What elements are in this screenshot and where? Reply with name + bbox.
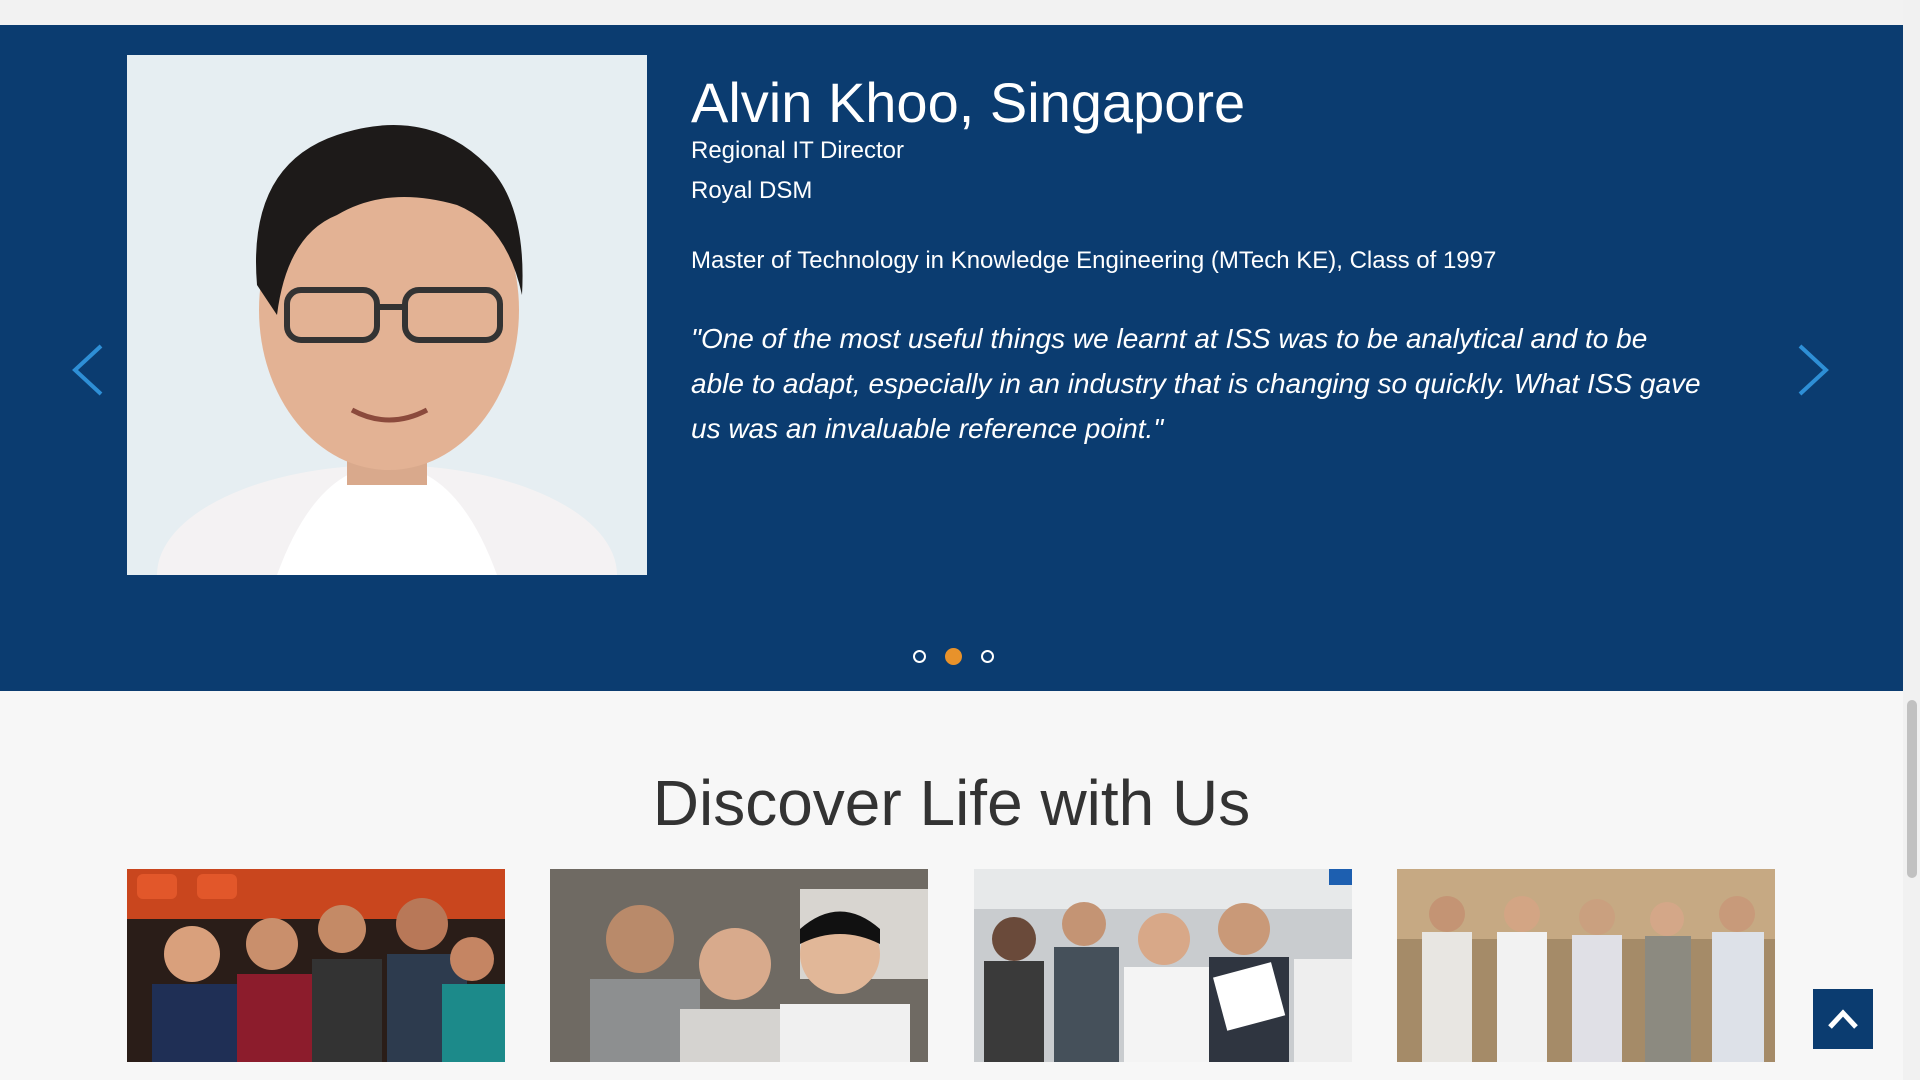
carousel-dot-2-active[interactable] <box>945 648 962 665</box>
carousel-indicators <box>907 640 1000 673</box>
page-scrollbar[interactable] <box>1903 0 1920 1080</box>
carousel-next-button[interactable] <box>1783 335 1843 405</box>
gallery-photo-4[interactable] <box>1397 869 1775 1062</box>
discover-gallery <box>127 869 1777 1062</box>
back-to-top-button[interactable] <box>1813 989 1873 1049</box>
staff-group-photo <box>1397 869 1775 1062</box>
chevron-up-icon <box>1828 1009 1858 1029</box>
top-strip <box>0 0 1903 25</box>
testimonial-portrait <box>127 55 647 575</box>
testimonial-carousel: Alvin Khoo, Singapore Regional IT Direct… <box>0 25 1903 691</box>
carousel-dot-1[interactable] <box>913 650 926 663</box>
students-group-photo <box>127 869 505 1062</box>
testimonial-role: Regional IT Director <box>691 137 904 164</box>
gallery-photo-3[interactable] <box>974 869 1352 1062</box>
testimonial-company: Royal DSM <box>691 177 813 204</box>
discover-section-title: Discover Life with Us <box>652 767 1251 839</box>
students-smiling-photo <box>550 869 928 1062</box>
gallery-photo-2[interactable] <box>550 869 928 1062</box>
chevron-right-icon <box>1798 344 1829 396</box>
chevron-left-icon <box>72 344 103 396</box>
testimonial-quote: "One of the most useful things we learnt… <box>691 323 1701 444</box>
testimonial-name: Alvin Khoo, Singapore <box>691 71 1246 134</box>
testimonial-program: Master of Technology in Knowledge Engine… <box>691 247 1497 274</box>
students-reading-photo <box>974 869 1352 1062</box>
portrait-image <box>127 55 647 575</box>
gallery-photo-1[interactable] <box>127 869 505 1062</box>
carousel-prev-button[interactable] <box>58 335 118 405</box>
scrollbar-thumb[interactable] <box>1907 700 1917 878</box>
carousel-dot-3[interactable] <box>981 650 994 663</box>
